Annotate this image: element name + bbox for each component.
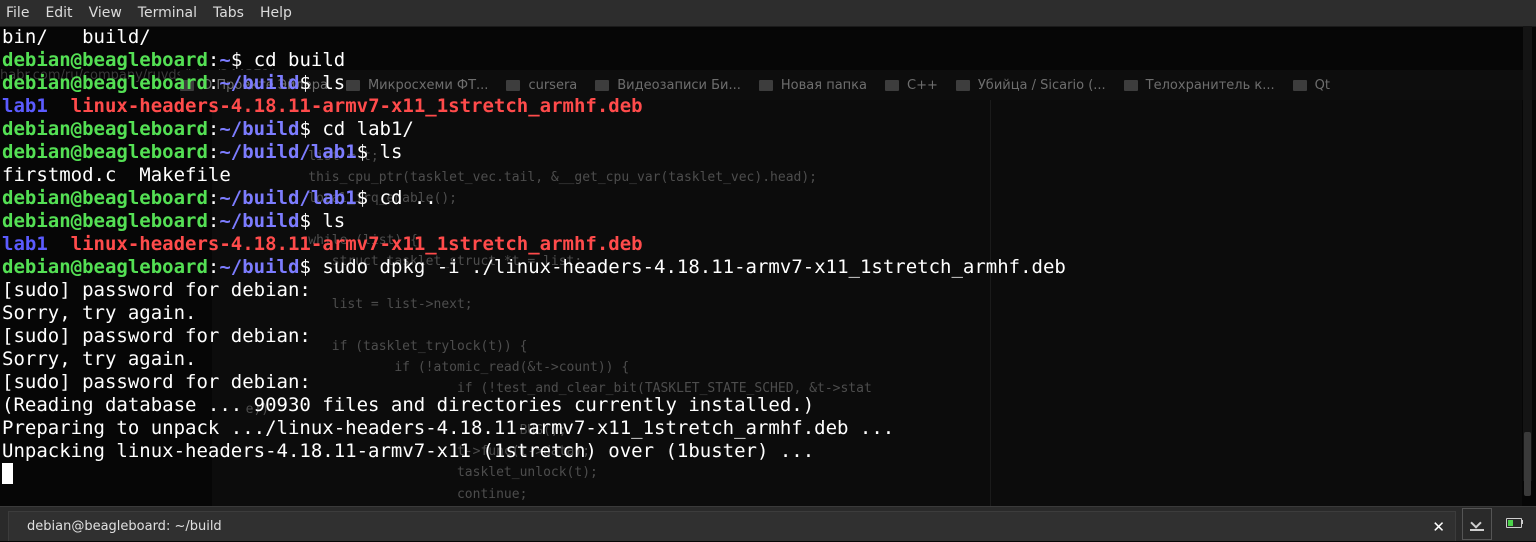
terminal-text: Preparing to unpack .../linux-headers-4.…: [2, 417, 895, 439]
prompt-user-host: debian@beagleboard: [2, 72, 208, 94]
terminal-line: debian@beagleboard:~$ cd build: [2, 49, 1066, 72]
prompt-user-host: debian@beagleboard: [2, 118, 208, 140]
background-code-line: continue;: [230, 486, 528, 502]
terminal-text: $ ls: [299, 72, 346, 94]
terminal-text: Unpacking linux-headers-4.18.11-armv7-x1…: [2, 440, 815, 462]
qt-icon: [1292, 79, 1307, 91]
battery-tip: [1521, 520, 1523, 524]
show-desktop-button[interactable]: [1462, 508, 1492, 540]
terminal-line: Preparing to unpack .../linux-headers-4.…: [2, 417, 1066, 440]
terminal-text: :: [207, 141, 220, 163]
terminal-line: Sorry, try again.: [2, 302, 1066, 325]
bookmark-item: Qt: [1292, 77, 1330, 93]
terminal-line: lab1 linux-headers-4.18.11-armv7-x11_1st…: [2, 233, 1066, 256]
battery-icon[interactable]: [1506, 518, 1522, 528]
terminal-line: debian@beagleboard:~/build$ sudo dpkg -i…: [2, 256, 1066, 279]
text-cursor: [2, 463, 13, 484]
terminal-text: :: [207, 187, 220, 209]
prompt-path: ~/build/lab1: [219, 187, 357, 209]
package-file-entry: linux-headers-4.18.11-armv7-x11_1stretch…: [70, 95, 643, 117]
terminal-line: [sudo] password for debian:: [2, 371, 1066, 394]
terminal-text: $ cd build: [230, 49, 346, 71]
menu-file[interactable]: File: [0, 0, 37, 26]
terminal-output[interactable]: bin/ build/debian@beagleboard:~$ cd buil…: [2, 26, 1066, 486]
terminal-text: bin/ build/: [2, 26, 151, 48]
directory-entry: lab1: [2, 95, 48, 117]
terminal-text: [sudo] password for debian:: [2, 279, 311, 301]
terminal-text: [sudo] password for debian:: [2, 325, 311, 347]
taskbar-window-button[interactable]: debian@beagleboard: ~/build ✕: [8, 511, 1456, 541]
terminal-text: $ sudo dpkg -i ./linux-headers-4.18.11-a…: [299, 256, 1066, 278]
close-icon[interactable]: ✕: [1432, 512, 1445, 542]
terminal-line: (Reading database ... 90930 files and di…: [2, 394, 1066, 417]
terminal-text: (Reading database ... 90930 files and di…: [2, 394, 815, 416]
background-scrollbar-track: [1523, 26, 1532, 481]
menu-help[interactable]: Help: [252, 0, 300, 26]
terminal-text: :: [207, 256, 220, 278]
taskbar: debian@beagleboard: ~/build ✕: [0, 506, 1536, 541]
menu-edit[interactable]: Edit: [37, 0, 80, 26]
prompt-path: ~/build: [219, 118, 300, 140]
terminal-line: [sudo] password for debian:: [2, 279, 1066, 302]
terminal-menubar: File Edit View Terminal Tabs Help: [0, 0, 1536, 27]
bookmark-label: Телохранитель к...: [1145, 77, 1275, 93]
terminal-text: Sorry, try again.: [2, 348, 197, 370]
terminal-text: [sudo] password for debian:: [2, 371, 311, 393]
background-scrollbar-thumb: [1524, 432, 1531, 496]
terminal-text: firstmod.c Makefile: [2, 164, 231, 186]
terminal-line: debian@beagleboard:~/build/lab1$ ls: [2, 141, 1066, 164]
menu-tabs[interactable]: Tabs: [205, 0, 252, 26]
terminal-text: $ cd lab1/: [299, 118, 414, 140]
prompt-user-host: debian@beagleboard: [2, 256, 208, 278]
terminal-text: :: [207, 210, 220, 232]
prompt-user-host: debian@beagleboard: [2, 49, 208, 71]
terminal-line: debian@beagleboard:~/build/lab1$ cd ..: [2, 187, 1066, 210]
package-file-entry: linux-headers-4.18.11-armv7-x11_1stretch…: [70, 233, 643, 255]
directory-entry: lab1: [2, 233, 48, 255]
terminal-line: debian@beagleboard:~/build$ ls: [2, 210, 1066, 233]
prompt-path: ~: [219, 49, 231, 71]
terminal-text: :: [207, 49, 220, 71]
prompt-user-host: debian@beagleboard: [2, 187, 208, 209]
prompt-path: ~/build: [219, 72, 300, 94]
show-desktop-icon: [1470, 519, 1484, 531]
prompt-path: ~/build/lab1: [219, 141, 357, 163]
terminal-text: Sorry, try again.: [2, 302, 197, 324]
terminal-line: lab1 linux-headers-4.18.11-armv7-x11_1st…: [2, 95, 1066, 118]
battery-level: [1508, 520, 1513, 526]
terminal-line: [sudo] password for debian:: [2, 325, 1066, 348]
terminal-line: Unpacking linux-headers-4.18.11-armv7-x1…: [2, 440, 1066, 463]
terminal-line: Sorry, try again.: [2, 348, 1066, 371]
bookmark-label: Qt: [1314, 77, 1330, 93]
menu-view[interactable]: View: [81, 0, 130, 26]
taskbar-window-title: debian@beagleboard: ~/build: [27, 519, 222, 534]
prompt-path: ~/build: [219, 210, 300, 232]
terminal-text: $ cd ..: [356, 187, 437, 209]
terminal-line: bin/ build/: [2, 26, 1066, 49]
terminal-line: debian@beagleboard:~/build$ cd lab1/: [2, 118, 1066, 141]
terminal-text: $ ls: [299, 210, 346, 232]
terminal-text: :: [207, 118, 220, 140]
terminal-text: $ ls: [356, 141, 403, 163]
terminal-text: :: [207, 72, 220, 94]
prompt-user-host: debian@beagleboard: [2, 210, 208, 232]
terminal-line: debian@beagleboard:~/build$ ls: [2, 72, 1066, 95]
menu-terminal[interactable]: Terminal: [130, 0, 205, 26]
prompt-user-host: debian@beagleboard: [2, 141, 208, 163]
play-icon: [1123, 79, 1138, 91]
bookmark-item: Телохранитель к...: [1123, 77, 1275, 93]
terminal-input-line[interactable]: [2, 463, 1066, 486]
prompt-path: ~/build: [219, 256, 300, 278]
terminal-line: firstmod.c Makefile: [2, 164, 1066, 187]
